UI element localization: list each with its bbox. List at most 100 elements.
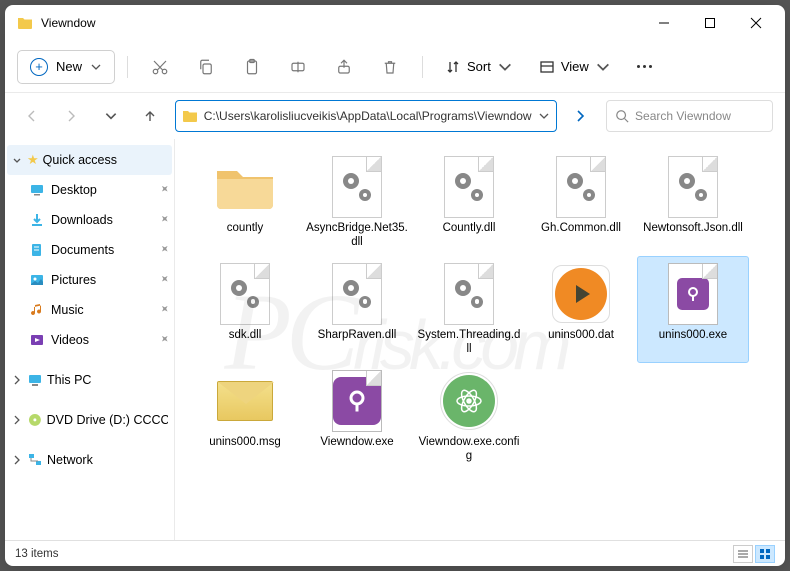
- chevron-down-icon: [11, 154, 23, 166]
- chevron-down-icon[interactable]: [538, 110, 550, 122]
- forward-button[interactable]: [56, 100, 85, 132]
- file-thumb: [437, 155, 501, 219]
- file-thumb: [437, 369, 501, 433]
- up-button[interactable]: [135, 100, 164, 132]
- file-label: unins000.exe: [659, 328, 727, 342]
- chevron-down-icon: [595, 59, 611, 75]
- minimize-button[interactable]: [641, 7, 687, 39]
- icons-view-button[interactable]: [755, 545, 775, 563]
- delete-button[interactable]: [370, 50, 410, 84]
- file-thumb: [661, 262, 725, 326]
- file-item[interactable]: System.Threading.dll: [413, 256, 525, 363]
- toolbar: + New Sort View: [5, 41, 785, 93]
- view-button[interactable]: View: [529, 50, 621, 84]
- sidebar-item-downloads[interactable]: Downloads: [7, 205, 172, 235]
- file-thumb: [549, 155, 613, 219]
- address-path: C:\Users\karolisliucveikis\AppData\Local…: [204, 109, 532, 123]
- chevron-down-icon: [90, 61, 102, 73]
- pin-icon: [155, 332, 171, 348]
- pin-icon: [155, 212, 171, 228]
- file-label: Gh.Common.dll: [541, 221, 621, 235]
- back-button[interactable]: [17, 100, 46, 132]
- file-label: Viewndow.exe.config: [417, 435, 521, 464]
- sidebar-item-music[interactable]: Music: [7, 295, 172, 325]
- sort-button[interactable]: Sort: [435, 50, 523, 84]
- window-title: Viewndow: [41, 16, 641, 30]
- file-item[interactable]: SharpRaven.dll: [301, 256, 413, 363]
- file-label: AsyncBridge.Net35.dll: [305, 221, 409, 250]
- plus-icon: +: [30, 58, 48, 76]
- sidebar-network[interactable]: Network: [7, 445, 172, 475]
- file-thumb: [549, 262, 613, 326]
- chevron-down-icon: [497, 59, 513, 75]
- file-label: Viewndow.exe: [320, 435, 393, 449]
- file-label: Newtonsoft.Json.dll: [643, 221, 743, 235]
- titlebar: Viewndow: [5, 5, 785, 41]
- details-view-button[interactable]: [733, 545, 753, 563]
- file-item[interactable]: Viewndow.exe.config: [413, 363, 525, 470]
- new-label: New: [56, 59, 82, 74]
- file-pane[interactable]: countlyAsyncBridge.Net35.dll Countly.dll G…: [175, 139, 785, 540]
- file-thumb: [325, 262, 389, 326]
- recent-button[interactable]: [96, 100, 125, 132]
- file-item[interactable]: Viewndow.exe: [301, 363, 413, 470]
- file-item[interactable]: Countly.dll: [413, 149, 525, 256]
- file-label: Countly.dll: [443, 221, 496, 235]
- folder-icon: [17, 15, 33, 31]
- star-icon: ★: [27, 152, 39, 168]
- file-item[interactable]: countly: [189, 149, 301, 256]
- file-item[interactable]: Gh.Common.dll: [525, 149, 637, 256]
- chevron-right-icon: [11, 374, 23, 386]
- pin-icon: [155, 182, 171, 198]
- chevron-right-icon: [11, 414, 23, 426]
- sidebar-item-videos[interactable]: Videos: [7, 325, 172, 355]
- pc-icon: [27, 372, 43, 388]
- view-icon: [539, 59, 555, 75]
- file-thumb: [437, 262, 501, 326]
- share-button[interactable]: [324, 50, 364, 84]
- file-label: System.Threading.dll: [417, 328, 521, 357]
- sidebar-item-pictures[interactable]: Pictures: [7, 265, 172, 295]
- search-icon: [615, 109, 629, 123]
- sidebar-dvd-drive[interactable]: DVD Drive (D:) CCCC: [7, 405, 172, 435]
- close-button[interactable]: [733, 7, 779, 39]
- sidebar: ★ Quick access DesktopDownloadsDocuments…: [5, 139, 175, 540]
- maximize-button[interactable]: [687, 7, 733, 39]
- file-thumb: [213, 155, 277, 219]
- file-item[interactable]: sdk.dll: [189, 256, 301, 363]
- network-icon: [27, 452, 43, 468]
- address-row: C:\Users\karolisliucveikis\AppData\Local…: [5, 93, 785, 139]
- videos-icon: [29, 332, 45, 348]
- go-button[interactable]: [567, 100, 596, 132]
- sidebar-quick-access[interactable]: ★ Quick access: [7, 145, 172, 175]
- cut-button[interactable]: [140, 50, 180, 84]
- rename-button[interactable]: [278, 50, 318, 84]
- sort-icon: [445, 59, 461, 75]
- file-item[interactable]: unins000.exe: [637, 256, 749, 363]
- file-item[interactable]: AsyncBridge.Net35.dll: [301, 149, 413, 256]
- pictures-icon: [29, 272, 45, 288]
- file-item[interactable]: unins000.msg: [189, 363, 301, 470]
- paste-button[interactable]: [232, 50, 272, 84]
- sidebar-this-pc[interactable]: This PC: [7, 365, 172, 395]
- file-label: unins000.msg: [209, 435, 281, 449]
- file-thumb: [325, 369, 389, 433]
- folder-icon: [182, 108, 198, 124]
- file-label: sdk.dll: [229, 328, 262, 342]
- pin-icon: [155, 272, 171, 288]
- status-bar: 13 items: [5, 540, 785, 566]
- sidebar-item-desktop[interactable]: Desktop: [7, 175, 172, 205]
- more-button[interactable]: [627, 65, 662, 68]
- file-label: unins000.dat: [548, 328, 614, 342]
- sidebar-item-documents[interactable]: Documents: [7, 235, 172, 265]
- new-button[interactable]: + New: [17, 50, 115, 84]
- item-count: 13 items: [15, 548, 58, 560]
- search-box[interactable]: Search Viewndow: [606, 100, 773, 132]
- copy-button[interactable]: [186, 50, 226, 84]
- file-thumb: [325, 155, 389, 219]
- file-item[interactable]: unins000.dat: [525, 256, 637, 363]
- pin-icon: [155, 242, 171, 258]
- disc-icon: [27, 412, 43, 428]
- file-item[interactable]: Newtonsoft.Json.dll: [637, 149, 749, 256]
- address-bar[interactable]: C:\Users\karolisliucveikis\AppData\Local…: [175, 100, 557, 132]
